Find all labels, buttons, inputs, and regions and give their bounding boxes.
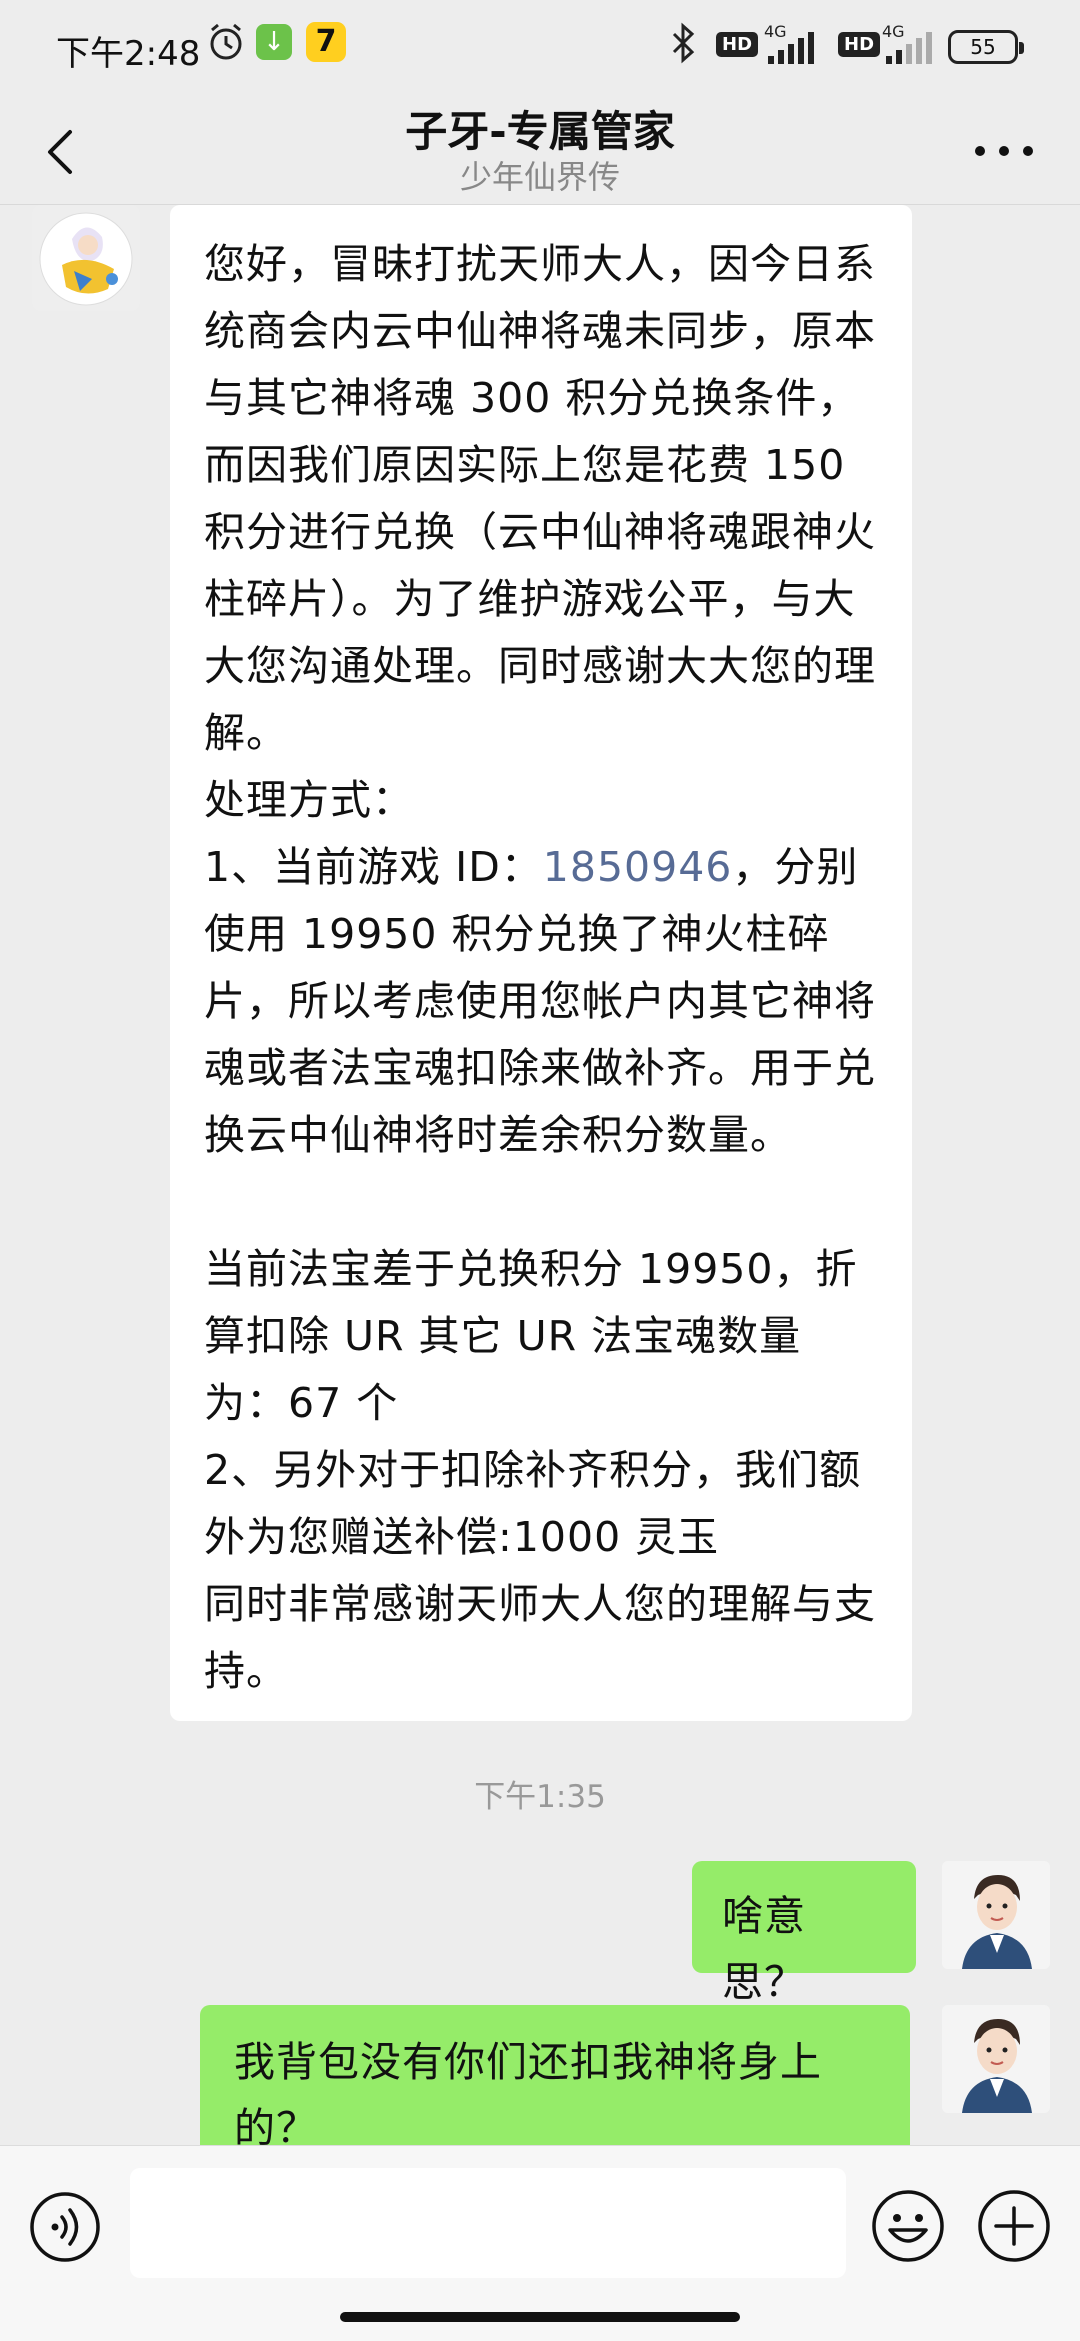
message-text: 1、当前游戏 ID： xyxy=(204,843,543,891)
message-list[interactable]: 您好，冒昧打扰天师大人，因今日系统商会内云中仙神将魂未同步，原本与其它神将魂 3… xyxy=(0,205,1080,2145)
message-timestamp: 下午1:35 xyxy=(474,1779,606,1815)
game-id-link[interactable]: 1850946 xyxy=(543,843,733,891)
status-bar: 下午2:48 ↓ 7 HD 4G HD 4G 55 xyxy=(0,0,1080,96)
signal-icon xyxy=(882,30,938,64)
battery-icon: 55 xyxy=(948,30,1024,64)
status-time: 下午2:48 xyxy=(56,34,201,74)
incoming-message-bubble[interactable]: 您好，冒昧打扰天师大人，因今日系统商会内云中仙神将魂未同步，原本与其它神将魂 3… xyxy=(170,205,912,1721)
message-paragraph: 1、当前游戏 ID：1850946，分别使用 19950 积分兑换了神火柱碎片，… xyxy=(204,834,878,1169)
hd-badge: HD xyxy=(716,32,759,57)
more-options-button[interactable] xyxy=(966,126,1042,176)
user-avatar-icon xyxy=(942,1861,1050,1969)
bluetooth-icon xyxy=(672,22,695,64)
user-avatar-icon xyxy=(942,2005,1050,2113)
message-input[interactable] xyxy=(130,2168,846,2278)
outgoing-message-bubble[interactable]: 啥意思？ xyxy=(692,1861,916,2006)
message-paragraph: 当前法宝差于兑换积分 19950，折算扣除 UR 其它 UR 法宝魂数量为：67… xyxy=(204,1245,858,1427)
user-avatar[interactable] xyxy=(942,1861,1050,1969)
message-paragraph: 处理方式： xyxy=(204,776,414,824)
voice-input-button[interactable] xyxy=(28,2190,102,2264)
contact-avatar[interactable] xyxy=(32,205,140,311)
message-paragraph: 同时非常感谢天师大人您的理解与支持。 xyxy=(204,1580,876,1695)
alarm-icon xyxy=(210,23,242,60)
download-icon: ↓ xyxy=(256,24,292,60)
chat-title: 子牙-专属管家 xyxy=(405,107,675,156)
message-paragraph: 您好，冒昧打扰天师大人，因今日系统商会内云中仙神将魂未同步，原本与其它神将魂 3… xyxy=(204,240,876,757)
hd-badge: HD xyxy=(838,32,881,57)
outgoing-message-bubble[interactable]: 我背包没有你们还扣我神将身上的？ xyxy=(200,2005,910,2145)
character-avatar-icon xyxy=(32,205,140,311)
emoji-button[interactable] xyxy=(870,2188,946,2264)
more-functions-button[interactable] xyxy=(976,2188,1052,2264)
chat-header: 子牙-专属管家 少年仙界传 xyxy=(0,96,1080,204)
chat-subtitle: 少年仙界传 xyxy=(459,158,620,196)
message-paragraph: 2、另外对于扣除补齐积分，我们额外为您赠送补偿:1000 灵玉 xyxy=(204,1446,862,1561)
signal-icon xyxy=(764,30,824,64)
home-indicator[interactable] xyxy=(340,2312,740,2322)
app-notification-icon: 7 xyxy=(306,22,346,62)
user-avatar[interactable] xyxy=(942,2005,1050,2113)
